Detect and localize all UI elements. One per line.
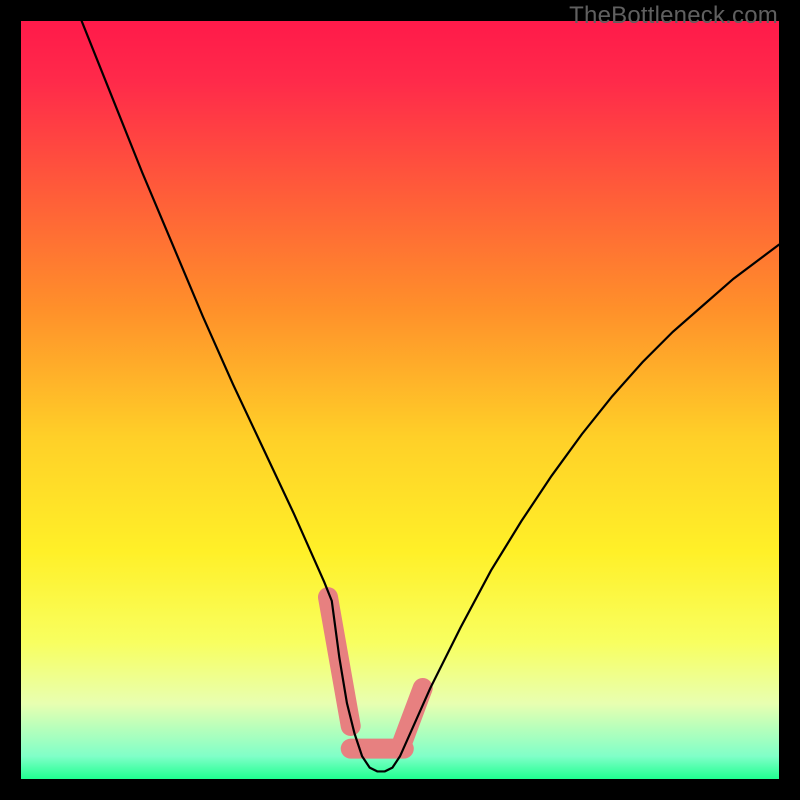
gradient-background [21,21,779,779]
bottleneck-chart [21,21,779,779]
chart-frame [21,21,779,779]
attribution-label: TheBottleneck.com [569,2,778,30]
